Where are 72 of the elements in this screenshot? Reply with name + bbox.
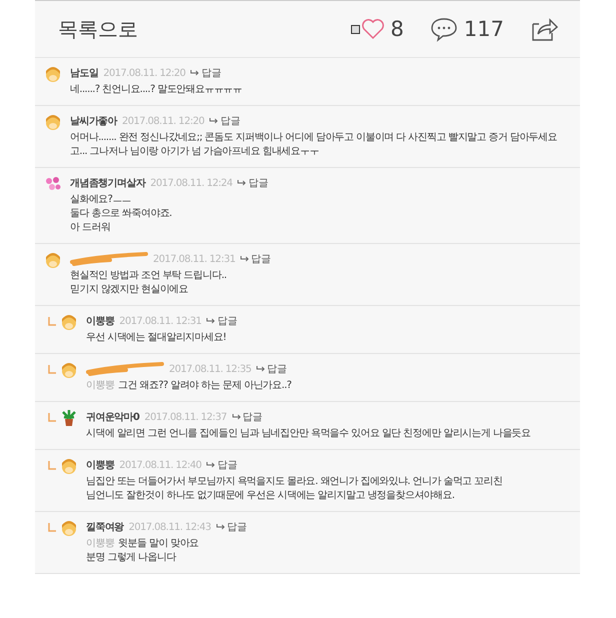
reply-arrow-icon	[216, 523, 226, 531]
broken-image-icon	[350, 24, 360, 34]
comment-date: 2017.08.11. 12:24	[150, 178, 232, 188]
comment-text: 시댁에 알리면 그런 언니를 집에들인 님과 님네집안만 욕먹을수 있어요 일단 친정에만 알리시는게 나을듯요	[86, 427, 531, 441]
reply-button[interactable]: 답글	[206, 314, 238, 328]
author-name: 낄쭉여왕	[86, 521, 124, 534]
reply-arrow-icon	[209, 117, 220, 125]
comment-date: 2017.08.11. 12:43	[128, 522, 211, 532]
heart-icon[interactable]	[360, 18, 385, 40]
reply-indent-icon	[47, 523, 57, 533]
reply-button[interactable]: 답글	[209, 114, 240, 128]
reply-button[interactable]: 답글	[216, 520, 247, 534]
comment-text: 네......? 친언니요....? 말도안돼요ㅠㅠㅠㅠ	[70, 83, 242, 97]
comment-text: 님집안 또는 더들어가서 부모님까지 욕먹을지도 몰라요. 왜언니가 집에와있냐. 언니가 술먹고 꼬리친	[86, 475, 502, 489]
comment-text: 실화에요?ㅡㅡ	[70, 193, 132, 207]
reply-arrow-icon	[206, 461, 216, 469]
avatar-icon	[60, 313, 78, 331]
comment-date: 2017.08.11. 12:31	[153, 254, 236, 264]
reply-button[interactable]: 답글	[240, 252, 272, 266]
like-count: 8	[390, 17, 404, 41]
author-name: 개념좀챙기며살자	[70, 177, 146, 190]
comment-text: 윗분들 말이 맞아요	[118, 537, 199, 551]
comment-date: 2017.08.11. 12:40	[119, 460, 202, 470]
reply-button[interactable]: 답글	[237, 176, 268, 190]
author-name: 남도일	[70, 67, 98, 80]
reply-arrow-icon	[206, 317, 216, 325]
reply-button[interactable]: 답글	[232, 410, 263, 424]
reply-indent-icon	[47, 413, 57, 423]
reply-arrow-icon	[237, 179, 248, 187]
comment-count: 117	[464, 17, 504, 41]
reply-button[interactable]: 답글	[256, 362, 288, 376]
author-name: 귀여운악마0	[86, 411, 140, 424]
comment-text: 고... 그나저나 님이랑 아기가 넘 가슴아프네요 힘내세요ㅜㅜ	[70, 145, 319, 159]
avatar-icon	[44, 251, 62, 269]
reply-indent-icon	[47, 365, 57, 375]
comment-text: 아 드러워	[70, 221, 110, 235]
avatar-icon	[60, 361, 78, 379]
comment-text: 둘다 총으로 쏴죽여야죠.	[70, 207, 172, 221]
comment-date: 2017.08.11. 12:35	[169, 364, 252, 374]
mention-name: 이뿡뿡	[86, 537, 114, 551]
comment-text: 현실적인 방법과 조언 부탁 드립니다..	[70, 269, 226, 283]
avatar-icon	[44, 65, 62, 83]
comment-text: 우선 시댁에는 절대알리지마세요!	[86, 331, 226, 345]
reply-button[interactable]: 답글	[190, 66, 222, 80]
reply-button[interactable]: 답글	[206, 458, 238, 472]
comment-date: 2017.08.11. 12:37	[144, 412, 227, 422]
avatar-icon	[44, 113, 62, 131]
comment-date: 2017.08.11. 12:20	[103, 68, 186, 78]
reply-arrow-icon	[240, 255, 250, 263]
avatar-icon	[60, 457, 78, 475]
avatar-icon	[60, 409, 78, 427]
author-name: 날씨가좋아	[70, 115, 118, 128]
mention-name: 이뿡뿡	[86, 379, 114, 393]
reply-arrow-icon	[190, 69, 200, 77]
reply-indent-icon	[47, 461, 57, 471]
reply-arrow-icon	[232, 413, 242, 421]
comment-text: 그건 왜죠?? 알려야 하는 문제 아닌가요..?	[118, 379, 292, 393]
comment-text: 분명 그렇게 나옵니다	[86, 551, 176, 565]
comment-date: 2017.08.11. 12:31	[119, 316, 202, 326]
comment-text: 어머나....... 완전 정신나갔네요;; 콘돔도 지퍼백이나 어디에 담아두고 이불이며 다 사진찍고 빨지말고 증거 담아두세요	[70, 131, 557, 145]
comment-text: 믿기지 않겠지만 현실이에요	[70, 283, 188, 297]
comment-date: 2017.08.11. 12:20	[122, 116, 204, 126]
avatar-icon	[44, 175, 62, 193]
author-name: 이뿡뿡	[86, 315, 114, 328]
avatar-icon	[60, 519, 78, 537]
author-name: 이뿡뿡	[86, 459, 114, 472]
comment-icon[interactable]	[430, 16, 458, 42]
back-link[interactable]: 목록으로	[58, 16, 351, 42]
reply-arrow-icon	[256, 365, 266, 373]
share-icon[interactable]	[530, 16, 558, 42]
reply-indent-icon	[47, 317, 57, 327]
comment-text: 님언니도 잘한것이 하나도 없기때문에 우선은 시댁에는 알리지말고 냉정을찾으셔야해요.	[86, 489, 454, 503]
